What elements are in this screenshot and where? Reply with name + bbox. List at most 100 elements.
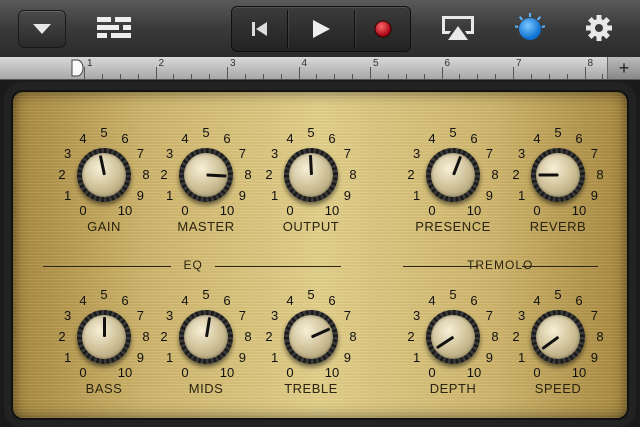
speed-knob[interactable]: 0 1 2 3 4 5 6 7 8 9 10 bbox=[503, 282, 613, 392]
knob-scale-number: 3 bbox=[413, 308, 421, 323]
menu-button[interactable] bbox=[18, 10, 66, 48]
knob-face bbox=[536, 315, 580, 359]
knob-face bbox=[289, 153, 333, 197]
record-button[interactable] bbox=[355, 7, 410, 51]
knob-scale-number: 1 bbox=[518, 188, 526, 203]
tracks-view-button[interactable] bbox=[92, 14, 136, 42]
transport-controls bbox=[231, 6, 411, 52]
treble-knob[interactable]: 0 1 2 3 4 5 6 7 8 9 10 bbox=[256, 282, 366, 392]
knob-cap bbox=[77, 148, 131, 202]
ruler-bar-tick bbox=[370, 67, 371, 79]
knob-scale-number: 4 bbox=[79, 292, 87, 308]
ruler-beat-tick bbox=[316, 74, 318, 79]
record-icon bbox=[374, 20, 391, 38]
knob-scale-number: 5 bbox=[449, 287, 457, 302]
ruler-bar-tick bbox=[584, 67, 586, 79]
knob-scale-number: 7 bbox=[343, 308, 351, 323]
ruler-beat-tick bbox=[405, 74, 407, 79]
settings-button[interactable] bbox=[580, 10, 618, 46]
mids-knob[interactable]: 0 1 2 3 4 5 6 7 8 9 10 bbox=[151, 282, 261, 392]
knob-scale-number: 1 bbox=[271, 188, 279, 203]
knob-scale-number: 0 bbox=[533, 365, 541, 381]
knob-scale-number: 2 bbox=[265, 167, 273, 182]
airplay-button[interactable] bbox=[436, 12, 480, 44]
smart-controls-button[interactable] bbox=[510, 10, 550, 46]
knob-scale-number: 4 bbox=[286, 292, 294, 308]
go-to-start-button[interactable] bbox=[232, 7, 287, 51]
add-section-button[interactable]: + bbox=[607, 57, 640, 79]
knob-scale-number: 5 bbox=[202, 287, 210, 302]
knob-scale-number: 0 bbox=[428, 365, 436, 381]
eq-section-label: EQ bbox=[183, 258, 203, 272]
eq-divider-right bbox=[215, 266, 341, 267]
knob-scale-number: 1 bbox=[271, 350, 279, 365]
knob-scale-number: 6 bbox=[328, 130, 336, 146]
ruler-beat-tick bbox=[387, 74, 389, 79]
knob-scale-number: 2 bbox=[407, 167, 415, 182]
timeline-ruler[interactable]: 1 2 3 4 5 6 7 8 + bbox=[0, 57, 640, 80]
ruler-beat-tick bbox=[101, 74, 103, 79]
ruler-beat-tick bbox=[244, 74, 246, 79]
knob-scale-number: 2 bbox=[512, 167, 520, 182]
play-button[interactable] bbox=[288, 7, 354, 51]
knob-scale-number: 5 bbox=[202, 125, 210, 140]
ruler-beat-tick bbox=[173, 74, 175, 79]
gain-knob[interactable]: 0 1 2 3 4 5 6 7 8 9 10 bbox=[49, 120, 159, 230]
knob-scale-number: 0 bbox=[533, 203, 541, 219]
knob-scale-number: 2 bbox=[407, 329, 415, 344]
ruler-beat-tick bbox=[548, 74, 550, 79]
knob-scale-number: 10 bbox=[117, 203, 133, 219]
knob-scale-number: 7 bbox=[590, 146, 598, 161]
ruler-bar-tick bbox=[84, 67, 85, 79]
knob-face bbox=[184, 315, 228, 359]
knob-face bbox=[431, 315, 475, 359]
knob-scale-number: 4 bbox=[533, 130, 541, 146]
knob-pointer bbox=[102, 317, 106, 337]
knob-scale-number: 2 bbox=[58, 167, 66, 182]
knob-scale-number: 10 bbox=[571, 203, 587, 219]
ruler-beat-tick bbox=[530, 74, 532, 79]
knob-scale-number: 7 bbox=[136, 146, 144, 161]
knob-pointer bbox=[205, 173, 227, 178]
knob-scale-number: 10 bbox=[324, 203, 340, 219]
knob-scale-number: 6 bbox=[575, 292, 583, 308]
smart-controls-knob-icon bbox=[515, 13, 545, 40]
tracks-view-icon bbox=[97, 17, 131, 38]
knob-scale-number: 4 bbox=[181, 130, 189, 146]
mids-label: MIDS bbox=[188, 381, 224, 396]
ruler-bar-tick bbox=[227, 67, 228, 79]
knob-scale-number: 3 bbox=[271, 308, 279, 323]
master-label: MASTER bbox=[177, 219, 235, 234]
knob-scale-number: 5 bbox=[554, 125, 562, 140]
master-knob[interactable]: 0 1 2 3 4 5 6 7 8 9 10 bbox=[151, 120, 261, 230]
knob-scale-number: 7 bbox=[590, 308, 598, 323]
knob-scale-number: 4 bbox=[181, 292, 189, 308]
knob-cap bbox=[179, 310, 233, 364]
knob-cap bbox=[284, 148, 338, 202]
depth-label: DEPTH bbox=[429, 381, 477, 396]
playhead-icon[interactable] bbox=[70, 59, 84, 77]
knob-scale-number: 3 bbox=[166, 146, 174, 161]
ruler-beat-tick bbox=[495, 74, 497, 79]
knob-scale-number: 8 bbox=[349, 329, 357, 344]
knob-scale-number: 6 bbox=[121, 130, 129, 146]
knob-scale-number: 3 bbox=[413, 146, 421, 161]
knob-scale-number: 3 bbox=[518, 146, 526, 161]
reverb-knob[interactable]: 0 1 2 3 4 5 6 7 8 9 10 bbox=[503, 120, 613, 230]
ruler-bar-number: 2 bbox=[158, 58, 165, 69]
output-knob[interactable]: 0 1 2 3 4 5 6 7 8 9 10 bbox=[256, 120, 366, 230]
speed-label: SPEED bbox=[534, 381, 582, 396]
presence-knob[interactable]: 0 1 2 3 4 5 6 7 8 9 10 bbox=[398, 120, 508, 230]
knob-scale-number: 5 bbox=[100, 125, 108, 140]
ruler-bar-number: 6 bbox=[444, 58, 451, 69]
ruler-bar-tick bbox=[298, 67, 300, 79]
depth-knob[interactable]: 0 1 2 3 4 5 6 7 8 9 10 bbox=[398, 282, 508, 392]
knob-scale-number: 1 bbox=[166, 188, 174, 203]
tremolo-section-label: TREMOLO bbox=[467, 258, 534, 272]
knob-scale-number: 6 bbox=[470, 292, 478, 308]
knob-scale-number: 7 bbox=[343, 146, 351, 161]
knob-scale-number: 8 bbox=[596, 329, 604, 344]
bass-knob[interactable]: 0 1 2 3 4 5 6 7 8 9 10 bbox=[49, 282, 159, 392]
knob-scale-number: 10 bbox=[571, 365, 587, 381]
knob-scale-number: 3 bbox=[64, 146, 72, 161]
